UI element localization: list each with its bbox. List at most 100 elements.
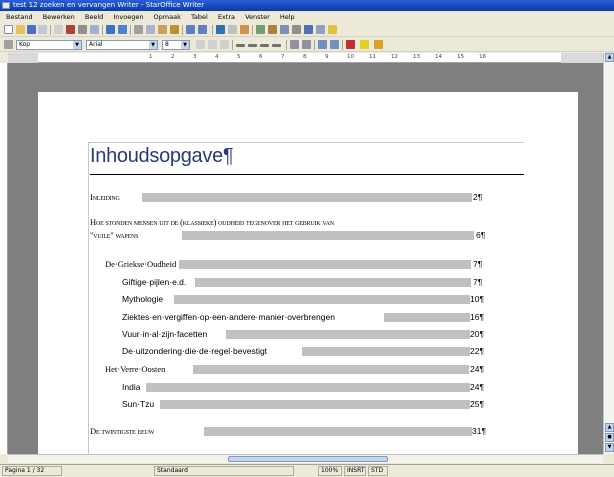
hyperlink-icon[interactable]: [216, 25, 225, 34]
decrease-indent-icon[interactable]: [318, 40, 327, 49]
italic-icon[interactable]: [208, 40, 217, 49]
align-left-icon[interactable]: [236, 44, 245, 47]
background-color-icon[interactable]: [374, 40, 383, 49]
app-icon: [2, 2, 10, 9]
underline-icon[interactable]: [220, 40, 229, 49]
gallery-icon[interactable]: [280, 25, 289, 34]
selection-mode[interactable]: STD: [368, 466, 388, 476]
toc-entry[interactable]: Vuur·in·al·zijn·facetten 20¶: [122, 328, 526, 340]
menu-table[interactable]: Tabel: [191, 13, 208, 21]
styles-formatting-icon[interactable]: [4, 40, 13, 49]
toc-entry-text: Mythologie: [122, 294, 164, 304]
menu-tools[interactable]: Extra: [218, 13, 235, 21]
spellcheck-icon[interactable]: [106, 25, 115, 34]
save-icon[interactable]: [27, 25, 36, 34]
page-preview-icon[interactable]: [90, 25, 99, 34]
highlighting-icon[interactable]: [360, 40, 369, 49]
toc-entry-page: 6¶: [476, 230, 486, 240]
toc-entry[interactable]: Sun·Tzu 25¶: [122, 398, 526, 410]
toc-entry-text: De·Griekse·Oudheid: [105, 259, 177, 269]
scroll-up-icon[interactable]: ▲: [605, 53, 614, 62]
toc-fill: [182, 231, 474, 240]
data-sources-icon[interactable]: [292, 25, 301, 34]
table-icon[interactable]: [228, 25, 237, 34]
navigator-icon[interactable]: [268, 25, 277, 34]
font-color-icon[interactable]: [346, 40, 355, 49]
vertical-scrollbar[interactable]: ▲ ▲ ● ▼: [603, 53, 614, 454]
toc-entry-page: 7¶: [473, 277, 483, 287]
ruler-tick: 7: [281, 54, 285, 60]
ruler-tick: 8: [303, 54, 307, 60]
toc-fill: [195, 278, 471, 287]
toc-entry[interactable]: Het·Verre·Oosten 24¶: [105, 363, 526, 375]
zoom-icon[interactable]: [316, 25, 325, 34]
horizontal-scrollbar[interactable]: [8, 454, 603, 463]
numbering-icon[interactable]: [290, 40, 299, 49]
copy-icon[interactable]: [146, 25, 155, 34]
navigation-icon[interactable]: ●: [605, 433, 614, 442]
toc-entry[interactable]: De·Griekse·Oudheid 7¶: [105, 258, 526, 270]
toc-entry[interactable]: De twintigste eeuw 31¶: [90, 425, 526, 437]
edit-file-icon[interactable]: [54, 25, 63, 34]
paste-icon[interactable]: [158, 25, 167, 34]
chevron-down-icon[interactable]: ▼: [73, 41, 81, 49]
find-replace-icon[interactable]: [256, 25, 265, 34]
align-center-icon[interactable]: [248, 44, 257, 47]
toc-title[interactable]: Inhoudsopgave¶: [90, 145, 234, 168]
toc-entry[interactable]: Mythologie 10¶: [122, 293, 526, 305]
increase-indent-icon[interactable]: [330, 40, 339, 49]
ruler-tick: 11: [369, 54, 376, 60]
bullets-icon[interactable]: [302, 40, 311, 49]
autospellcheck-icon[interactable]: [118, 25, 127, 34]
toc-entry[interactable]: Giftige·pijlen·e.d. 7¶: [122, 276, 526, 288]
page-style[interactable]: Standaard: [154, 466, 294, 476]
zoom-level[interactable]: 100%: [318, 466, 342, 476]
export-pdf-icon[interactable]: [66, 25, 75, 34]
cut-icon[interactable]: [134, 25, 143, 34]
email-icon[interactable]: [38, 25, 47, 34]
font-name-combo[interactable]: Arial ▼: [86, 40, 158, 50]
chevron-down-icon[interactable]: ▼: [181, 41, 189, 49]
show-draw-functions-icon[interactable]: [240, 25, 249, 34]
formatting-marks-icon[interactable]: [304, 25, 313, 34]
previous-page-icon[interactable]: ▲: [605, 423, 614, 432]
menu-bar: Bestand Bewerken Beeld Invoegen Opmaak T…: [0, 12, 614, 22]
vertical-ruler[interactable]: [0, 63, 8, 454]
standard-toolbar: [0, 23, 614, 37]
insert-mode[interactable]: INSRT: [344, 466, 366, 476]
toc-entry-page: 25¶: [470, 399, 485, 409]
menu-insert[interactable]: Invoegen: [113, 13, 143, 21]
toc-entry-text: Hoe stonden mensen uit de (klassieke) ou…: [90, 217, 334, 227]
font-size-combo[interactable]: 8 ▼: [162, 40, 190, 50]
print-icon[interactable]: [78, 25, 87, 34]
scroll-thumb[interactable]: [228, 456, 388, 462]
undo-icon[interactable]: [186, 25, 195, 34]
toc-entry[interactable]: De·uitzondering·die·de·regel·bevestigt 2…: [122, 345, 526, 357]
menu-help[interactable]: Help: [280, 13, 295, 21]
open-folder-icon[interactable]: [16, 25, 25, 34]
bold-icon[interactable]: [196, 40, 205, 49]
clone-format-icon[interactable]: [170, 25, 179, 34]
new-document-icon[interactable]: [4, 25, 13, 34]
menu-file[interactable]: Bestand: [6, 13, 33, 21]
redo-icon[interactable]: [198, 25, 207, 34]
toc-entry[interactable]: India 24¶: [122, 381, 526, 393]
menu-view[interactable]: Beeld: [85, 13, 103, 21]
menu-window[interactable]: Venster: [245, 13, 270, 21]
horizontal-ruler[interactable]: 1 2 3 4 5 6 7 8 9 10 11 12 13 14 15 16: [8, 53, 603, 63]
help-icon[interactable]: [328, 25, 337, 34]
toc-entry-text: De twintigste eeuw: [90, 426, 155, 436]
toc-entry[interactable]: Inleiding 2¶: [90, 191, 526, 203]
menu-format[interactable]: Opmaak: [154, 13, 181, 21]
document-workspace[interactable]: Inhoudsopgave¶ Inleiding 2¶ Hoe stonden …: [8, 63, 603, 454]
toc-entry[interactable]: Hoe stonden mensen uit de (klassieke) ou…: [90, 216, 526, 228]
next-page-icon[interactable]: ▼: [605, 443, 614, 452]
menu-edit[interactable]: Bewerken: [43, 13, 75, 21]
document-page[interactable]: Inhoudsopgave¶ Inleiding 2¶ Hoe stonden …: [38, 92, 578, 454]
toc-entry[interactable]: Ziektes·en·vergiffen·op·een·andere·manie…: [122, 311, 526, 323]
paragraph-style-combo[interactable]: Kop ▼: [16, 40, 82, 50]
toc-entry[interactable]: "vuile" wapens 6¶: [90, 229, 526, 241]
align-right-icon[interactable]: [260, 44, 269, 47]
chevron-down-icon[interactable]: ▼: [149, 41, 157, 49]
justify-icon[interactable]: [272, 44, 281, 47]
